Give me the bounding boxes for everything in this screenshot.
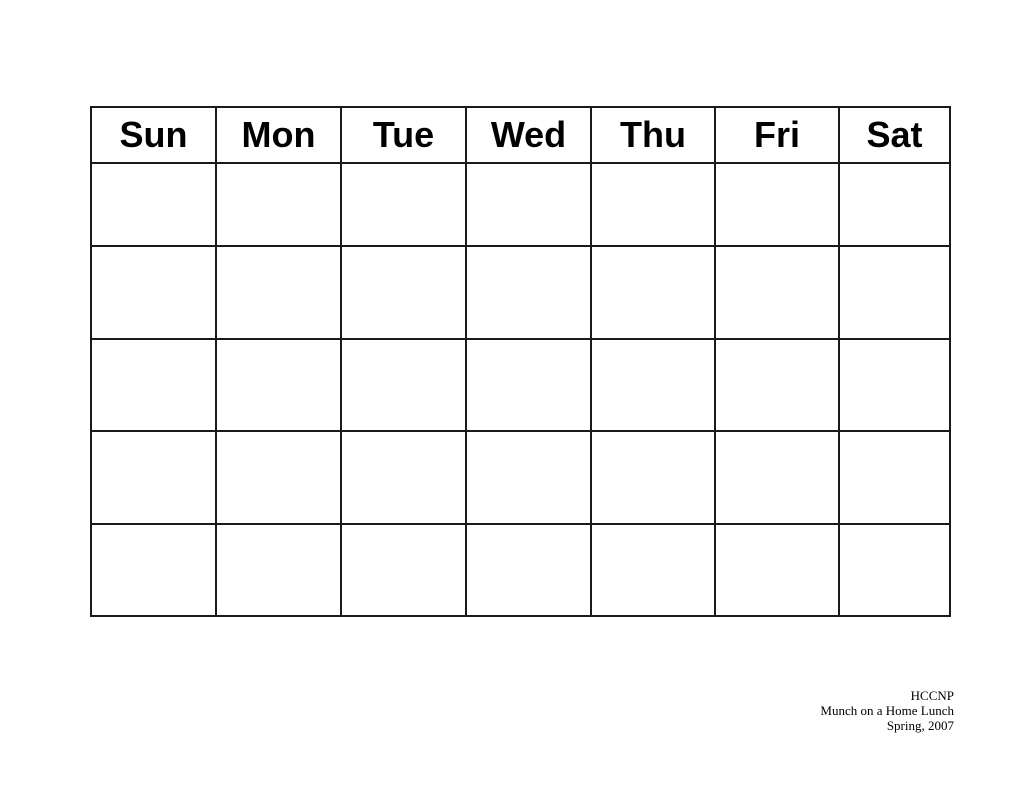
day-cell (90, 430, 217, 525)
weekday-header-tue: Tue (340, 106, 467, 164)
day-cell (215, 338, 342, 432)
day-cell (714, 338, 840, 432)
day-cell (714, 430, 840, 525)
day-cell (465, 430, 592, 525)
day-cell (215, 245, 342, 340)
day-cell (714, 245, 840, 340)
day-cell (340, 245, 467, 340)
day-cell (90, 245, 217, 340)
day-cell (838, 430, 951, 525)
week-row (90, 430, 951, 525)
day-cell (590, 523, 716, 617)
day-cell (90, 338, 217, 432)
weekday-header-sat: Sat (838, 106, 951, 164)
day-cell (714, 162, 840, 247)
calendar-grid: Sun Mon Tue Wed Thu Fri Sat (90, 106, 951, 617)
footer-org: HCCNP (910, 688, 954, 703)
day-cell (465, 523, 592, 617)
day-cell (90, 162, 217, 247)
weekday-header-fri: Fri (714, 106, 840, 164)
day-cell (590, 430, 716, 525)
day-cell (465, 338, 592, 432)
day-cell (215, 430, 342, 525)
week-row (90, 162, 951, 247)
footer-credits: HCCNP Munch on a Home Lunch Spring, 2007 (820, 688, 954, 733)
day-cell (590, 245, 716, 340)
weekday-header-wed: Wed (465, 106, 592, 164)
week-row (90, 338, 951, 432)
week-row (90, 523, 951, 617)
day-cell (340, 338, 467, 432)
day-cell (838, 162, 951, 247)
weekday-header-mon: Mon (215, 106, 342, 164)
week-row (90, 245, 951, 340)
day-cell (465, 162, 592, 247)
day-cell (838, 245, 951, 340)
day-cell (340, 430, 467, 525)
day-cell (340, 523, 467, 617)
weekday-header-row: Sun Mon Tue Wed Thu Fri Sat (90, 106, 951, 164)
day-cell (590, 162, 716, 247)
day-cell (838, 523, 951, 617)
footer-date: Spring, 2007 (886, 718, 954, 733)
day-cell (590, 338, 716, 432)
weekday-header-thu: Thu (590, 106, 716, 164)
day-cell (215, 523, 342, 617)
day-cell (838, 338, 951, 432)
day-cell (215, 162, 342, 247)
footer-program: Munch on a Home Lunch (820, 703, 954, 718)
weekday-header-sun: Sun (90, 106, 217, 164)
day-cell (714, 523, 840, 617)
day-cell (90, 523, 217, 617)
day-cell (340, 162, 467, 247)
day-cell (465, 245, 592, 340)
